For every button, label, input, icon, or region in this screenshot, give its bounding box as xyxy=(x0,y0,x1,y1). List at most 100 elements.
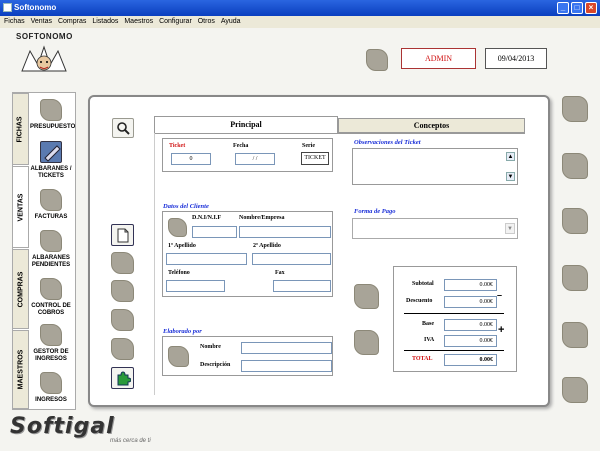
apellido2-label: 2º Apellido xyxy=(253,243,281,249)
close-button[interactable]: × xyxy=(585,2,597,14)
tools-button[interactable] xyxy=(111,367,134,389)
cliente-search-icon[interactable] xyxy=(168,218,187,237)
right-button-6[interactable] xyxy=(562,377,588,403)
tab-principal[interactable]: Principal xyxy=(154,116,338,133)
apellido2-field[interactable] xyxy=(252,253,331,265)
elaborado-desc-field[interactable] xyxy=(241,360,332,372)
fecha-label: Fecha xyxy=(233,143,249,149)
new-document-button[interactable] xyxy=(111,224,134,246)
toolbar-button-3[interactable] xyxy=(111,280,134,302)
gestor-ingresos-icon xyxy=(40,324,62,346)
sidebar-item-presupuesto[interactable]: PRESUPUESTO xyxy=(30,99,75,131)
sidebar-item-gestor-ingresos[interactable]: GESTOR DE INGRESOS xyxy=(30,324,72,363)
user-badge: ADMIN xyxy=(401,48,476,69)
serie-label: Serie xyxy=(302,143,315,149)
cobros-icon xyxy=(40,278,62,300)
plus-icon: + xyxy=(498,324,505,336)
subtotal-field: 0.00€ xyxy=(444,279,497,291)
fax-field[interactable] xyxy=(273,280,331,292)
menu-bar: Fichas Ventas Compras Listados Maestros … xyxy=(0,16,600,28)
scroll-down-icon[interactable]: ▼ xyxy=(506,172,515,181)
nombre-empresa-field[interactable] xyxy=(239,226,331,238)
toolbar-button-4[interactable] xyxy=(111,309,134,331)
sidebar-item-albaranes-tickets[interactable]: ALBARANES / TICKETS xyxy=(30,141,72,180)
menu-configurar[interactable]: Configurar xyxy=(159,16,192,25)
menu-otros[interactable]: Otros xyxy=(198,16,215,25)
cliente-title: Datos del Cliente xyxy=(163,203,209,210)
print-button[interactable] xyxy=(354,330,379,355)
tab-ventas[interactable]: VENTAS xyxy=(12,166,29,248)
base-field: 0.00€ xyxy=(444,319,497,331)
elaborado-nombre-field[interactable] xyxy=(241,342,332,354)
sidebar-item-albaranes-pendientes[interactable]: ALBARANES PENDIENTES xyxy=(30,230,72,269)
telefono-field[interactable] xyxy=(166,280,225,292)
toolbar-button-2[interactable] xyxy=(111,252,134,274)
tickets-icon xyxy=(40,141,62,163)
toolbar-button-5[interactable] xyxy=(111,338,134,360)
fecha-field[interactable]: / / xyxy=(235,153,275,165)
iva-label: IVA xyxy=(424,337,435,343)
mascot-icon xyxy=(21,45,67,72)
ticket-label: Ticket xyxy=(169,143,186,149)
forma-pago-title: Forma de Pago xyxy=(354,208,396,215)
calculate-button[interactable] xyxy=(354,284,379,309)
right-button-5[interactable] xyxy=(562,322,588,348)
right-button-4[interactable] xyxy=(562,265,588,291)
tab-compras[interactable]: COMPRAS xyxy=(12,249,29,329)
totals-separator-1 xyxy=(404,313,504,314)
puzzle-icon xyxy=(117,371,131,386)
menu-compras[interactable]: Compras xyxy=(58,16,86,25)
right-button-1[interactable] xyxy=(562,96,588,122)
scroll-up-icon[interactable]: ▲ xyxy=(506,152,515,161)
brand-logo: Softigal xyxy=(10,414,115,439)
sidebar-item-facturas[interactable]: FACTURAS xyxy=(30,189,72,221)
new-document-icon xyxy=(117,228,128,242)
right-button-3[interactable] xyxy=(562,208,588,234)
elaborado-title: Elaborado por xyxy=(163,328,202,335)
menu-listados[interactable]: Listados xyxy=(92,16,118,25)
brand-tagline: más cerca de ti xyxy=(110,438,151,444)
right-button-2[interactable] xyxy=(562,153,588,179)
ticket-field[interactable]: 0 xyxy=(171,153,211,165)
menu-ventas[interactable]: Ventas xyxy=(31,16,52,25)
dni-label: D.N.I/N.I.F xyxy=(192,215,222,221)
sidebar-item-control-cobros[interactable]: CONTROL DE COBROS xyxy=(30,278,72,317)
empleado-search-icon[interactable] xyxy=(168,346,189,367)
search-button[interactable] xyxy=(112,118,134,138)
elaborado-desc-label: Descripción xyxy=(200,362,231,368)
tab-panel-edge xyxy=(154,133,155,395)
apellido1-field[interactable] xyxy=(166,253,247,265)
user-icon[interactable] xyxy=(366,49,388,71)
forma-pago-select[interactable]: ▼ xyxy=(352,218,518,239)
elaborado-nombre-label: Nombre xyxy=(200,344,221,350)
telefono-label: Teléfono xyxy=(168,270,190,276)
chevron-down-icon[interactable]: ▼ xyxy=(505,223,515,234)
menu-fichas[interactable]: Fichas xyxy=(4,16,25,25)
tab-conceptos[interactable]: Conceptos xyxy=(338,118,525,133)
descuento-field[interactable]: 0.00€ xyxy=(444,296,497,308)
minimize-button[interactable]: _ xyxy=(557,2,569,14)
observaciones-title: Observaciones del Ticket xyxy=(354,139,421,146)
window-title: Softonomo xyxy=(14,3,57,12)
facturas-icon xyxy=(40,189,62,211)
dni-field[interactable] xyxy=(192,226,237,238)
menu-ayuda[interactable]: Ayuda xyxy=(221,16,241,25)
total-field: 0.00€ xyxy=(444,354,497,366)
observaciones-textarea[interactable]: ▲ ▼ xyxy=(352,148,518,185)
tab-fichas[interactable]: FICHAS xyxy=(12,93,29,165)
tab-maestros[interactable]: MAESTROS xyxy=(12,330,29,409)
maximize-button[interactable]: □ xyxy=(571,2,583,14)
total-label: TOTAL xyxy=(412,356,433,362)
nombre-empresa-label: Nombre/Empresa xyxy=(239,215,285,221)
date-display: 09/04/2013 xyxy=(485,48,547,69)
ingresos-icon xyxy=(40,372,62,394)
tab-divider xyxy=(154,133,525,134)
subtotal-label: Subtotal xyxy=(412,281,434,287)
totals-box: Subtotal 0.00€ Descuento 0.00€ – Base 0.… xyxy=(393,266,517,372)
sidebar-item-ingresos[interactable]: INGRESOS xyxy=(30,372,72,404)
minus-icon: – xyxy=(497,290,503,300)
presupuesto-icon xyxy=(40,99,62,121)
serie-field[interactable]: TICKET xyxy=(301,152,329,165)
menu-maestros[interactable]: Maestros xyxy=(124,16,153,25)
ticket-group: Ticket 0 Fecha / / Serie TICKET xyxy=(162,138,333,172)
